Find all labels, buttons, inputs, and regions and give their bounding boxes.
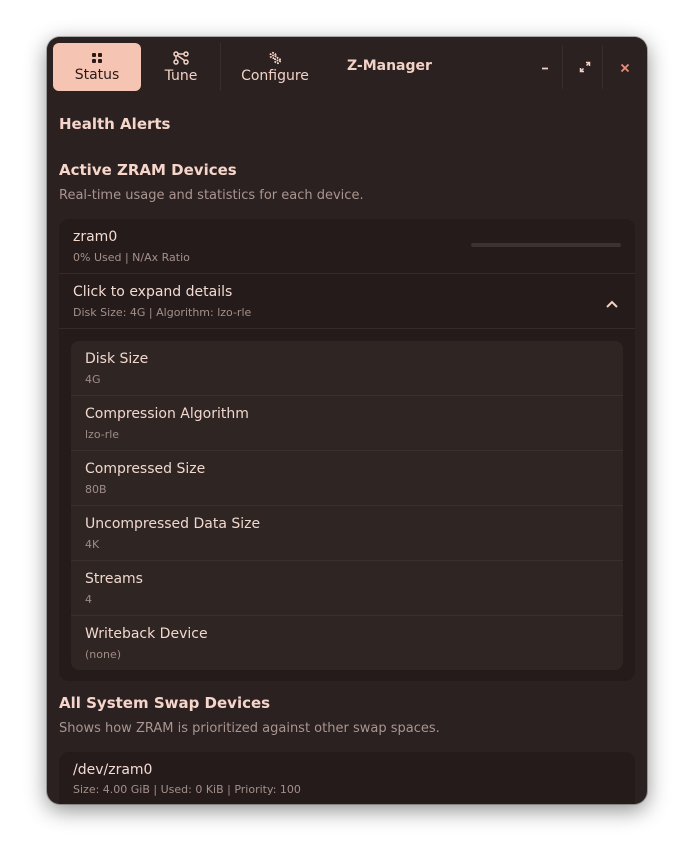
detail-label: Writeback Device [85,626,208,642]
detail-label: Uncompressed Data Size [85,516,261,532]
tab-status[interactable]: Status [53,43,141,91]
usage-progress-bar [471,243,621,247]
detail-value: 4K [85,538,100,551]
maximize-icon [579,58,591,77]
minimize-button[interactable] [528,51,562,83]
detail-row-writeback-device: Writeback Device (none) [71,616,623,670]
detail-row-compressed-size: Compressed Size 80B [71,451,623,506]
zram-devices-subtitle: Real-time usage and statistics for each … [59,188,364,203]
zram-device-row: zram0 0% Used | N/Ax Ratio [59,219,635,273]
tab-configure[interactable]: Configure [227,43,323,91]
detail-row-uncompressed-size: Uncompressed Data Size 4K [71,506,623,561]
detail-label: Streams [85,571,143,587]
swap-devices-heading: All System Swap Devices [59,694,271,712]
device-details-list: Disk Size 4G Compression Algorithm lzo-r… [71,341,623,670]
detail-label: Disk Size [85,351,149,367]
chevron-up-icon[interactable] [605,294,619,313]
detail-label: Compressed Size [85,461,206,477]
detail-value: lzo-rle [85,428,120,441]
swap-devices-subtitle: Shows how ZRAM is prioritized against ot… [59,721,440,736]
detail-label: Compression Algorithm [85,406,249,422]
gears-icon [268,51,282,65]
detail-row-streams: Streams 4 [71,561,623,616]
tab-configure-label: Configure [241,67,309,84]
window-button-divider [602,45,603,89]
expander-summary: Disk Size: 4G | Algorithm: lzo-rle [73,306,252,319]
detail-row-compression-algorithm: Compression Algorithm lzo-rle [71,396,623,451]
window-button-divider [562,45,563,89]
nodes-icon [173,50,189,65]
close-icon [620,58,630,77]
minimize-icon [540,58,550,77]
detail-row-disk-size: Disk Size 4G [71,341,623,396]
detail-value: 80B [85,483,107,496]
grid-icon [91,52,103,64]
close-button[interactable] [608,51,642,83]
zram-devices-heading: Active ZRAM Devices [59,161,237,179]
device-usage-summary: 0% Used | N/Ax Ratio [73,251,190,264]
detail-value: (none) [85,648,122,661]
header-bar: Status Tune Configure Z-Manager [47,37,647,97]
swap-device-summary: Size: 4.00 GiB | Used: 0 KiB | Priority:… [73,783,301,796]
zram-device-card: zram0 0% Used | N/Ax Ratio Click to expa… [59,219,635,681]
detail-value: 4G [85,373,101,386]
detail-value: 4 [85,593,92,606]
details-expander-row[interactable]: Click to expand details Disk Size: 4G | … [59,274,635,328]
tab-tune-label: Tune [164,67,198,84]
row-divider [59,328,635,329]
swap-device-name: /dev/zram0 [73,762,153,778]
window-title: Z-Manager [347,58,432,74]
swap-device-row: /dev/zram0 Size: 4.00 GiB | Used: 0 KiB … [59,752,635,804]
expander-title: Click to expand details [73,284,233,300]
swap-device-card: /dev/zram0 Size: 4.00 GiB | Used: 0 KiB … [59,752,635,804]
tab-status-label: Status [74,66,120,83]
tab-tune[interactable]: Tune [141,43,221,91]
maximize-button[interactable] [568,51,602,83]
device-name: zram0 [73,229,118,245]
health-alerts-heading: Health Alerts [59,115,171,133]
app-window: Status Tune Configure Z-Manager Health A… [47,37,647,804]
